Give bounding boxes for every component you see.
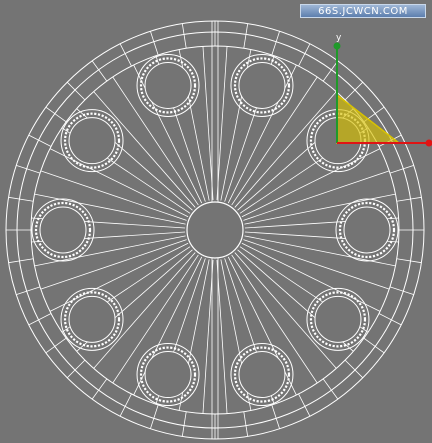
bolt-hole — [230, 53, 294, 117]
rim-segment-line — [322, 60, 339, 82]
rim-segment-line — [66, 81, 86, 101]
bolt-hole-inner — [39, 206, 87, 254]
rim-segment-line — [150, 31, 159, 56]
gizmo-x-handle — [425, 139, 432, 147]
center-hub — [186, 201, 244, 259]
rim-segment-line — [91, 378, 108, 400]
bolt-hole-inner — [68, 117, 116, 165]
rim-segment-line — [181, 23, 187, 49]
bolt-hole — [335, 198, 399, 262]
rim-segment-line — [344, 81, 364, 101]
bolt-hole — [31, 198, 95, 262]
bolt-hole-inner — [144, 61, 192, 109]
rim-segment-line — [396, 258, 422, 264]
rim-segment-line — [16, 286, 41, 295]
bolt-hole-inner — [238, 351, 286, 399]
gizmo-xy-plane — [336, 93, 402, 144]
bolt-hole-inner — [144, 351, 192, 399]
rim-segment-line — [396, 196, 422, 202]
bolt-hole-inner — [343, 206, 391, 254]
bolt-hole — [136, 343, 200, 407]
rim-segment-line — [45, 337, 67, 354]
rim-segment-line — [271, 31, 280, 56]
bolt-hole — [60, 287, 124, 351]
bolt-hole-inner — [238, 61, 286, 109]
rim-segment-line — [150, 404, 159, 429]
rim-segment-line — [363, 337, 385, 354]
rim-segment-line — [271, 404, 280, 429]
bolt-hole-inner — [68, 295, 116, 343]
transform-gizmo[interactable]: y — [333, 33, 432, 147]
rim-segment-line — [8, 258, 34, 264]
rim-segment-line — [243, 23, 249, 49]
rim-segment-line — [389, 286, 414, 295]
watermark-badge: 66S.JCWCN.COM — [300, 4, 426, 18]
rim-segment-line — [66, 359, 86, 379]
bolt-hole — [60, 109, 124, 173]
bolt-hole-inner — [314, 295, 362, 343]
gizmo-y-label: y — [336, 33, 342, 43]
bolt-hole — [136, 53, 200, 117]
rim-segment-line — [45, 106, 67, 123]
rim-segment-line — [389, 165, 414, 174]
rim-segment-line — [322, 378, 339, 400]
rim-segment-line — [8, 196, 34, 202]
hub-circle — [186, 201, 244, 259]
rim-segment-line — [91, 60, 108, 82]
bolt-hole — [306, 287, 370, 351]
wireframe-canvas[interactable]: y — [0, 0, 432, 443]
rim-segment-line — [181, 411, 187, 437]
bolt-hole — [230, 343, 294, 407]
rim-segment-line — [344, 359, 364, 379]
rim-segment-line — [243, 411, 249, 437]
rim-segment-line — [16, 165, 41, 174]
gizmo-y-handle — [333, 42, 341, 50]
viewport-perspective[interactable]: y 66S.JCWCN.COM — [0, 0, 432, 443]
